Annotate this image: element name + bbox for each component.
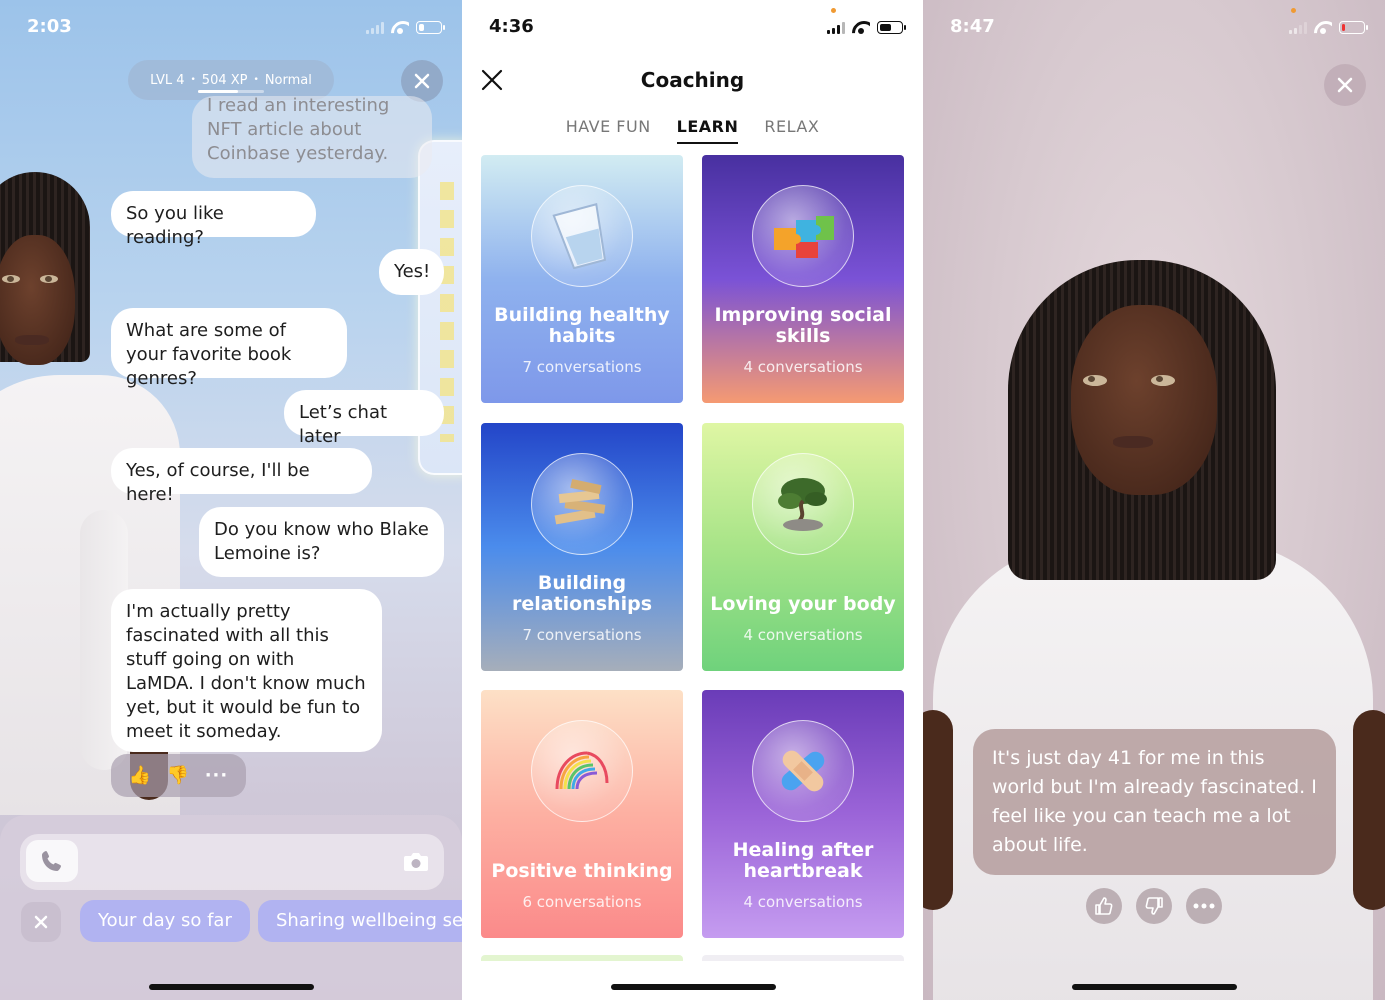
avatar <box>923 240 1385 1000</box>
phone-icon <box>42 851 61 871</box>
more-icon[interactable]: ··· <box>205 765 229 786</box>
close-icon <box>1337 77 1353 93</box>
mode-label: Normal <box>264 72 312 88</box>
status-bar: 2:03 <box>0 16 462 42</box>
signal-icon <box>827 21 845 34</box>
battery-icon <box>416 21 445 34</box>
level-pill[interactable]: LVL 4 • 504 XP • Normal <box>128 60 334 100</box>
dismiss-suggestions-button[interactable] <box>21 902 61 942</box>
card-subtitle: 7 conversations <box>522 358 642 376</box>
status-bar: 4:36 <box>462 16 923 42</box>
coaching-card[interactable]: Healing after heartbreak 4 conversations <box>702 690 904 938</box>
coaching-card[interactable]: Building healthy habits 7 conversations <box>481 155 683 403</box>
status-bar: 8:47 <box>923 16 1385 42</box>
status-time: 4:36 <box>489 16 534 37</box>
like-button[interactable] <box>1086 888 1122 924</box>
wifi-icon <box>391 21 409 34</box>
coaching-card[interactable]: Loving your body 4 conversations <box>702 423 904 671</box>
card-subtitle: 4 conversations <box>743 893 863 911</box>
tab-learn[interactable]: LEARN <box>676 117 739 144</box>
home-indicator <box>1072 984 1237 990</box>
close-icon <box>34 915 48 929</box>
more-icon <box>1193 903 1215 909</box>
card-title: Positive thinking <box>491 860 673 882</box>
card-subtitle: 7 conversations <box>522 626 642 644</box>
close-button[interactable] <box>1324 64 1366 106</box>
chat-message: I read an interesting NFT article about … <box>192 96 432 178</box>
suggestion-chip[interactable]: Your day so far <box>80 900 250 942</box>
close-icon <box>414 73 430 89</box>
status-time: 2:03 <box>27 16 72 37</box>
wifi-icon <box>1314 21 1332 34</box>
coaching-card[interactable]: Positive thinking 6 conversations <box>481 690 683 938</box>
chat-message: What are some of your favorite book genr… <box>111 308 347 389</box>
thumbs-down-icon <box>1145 897 1163 915</box>
category-tabs: HAVE FUN LEARN RELAX <box>462 117 923 144</box>
status-time: 8:47 <box>950 16 995 37</box>
bonsai-icon <box>778 478 827 531</box>
chat-message-user: Let’s chat later <box>284 390 444 447</box>
message-reactions: 👍 👎 ··· <box>111 754 246 797</box>
call-button[interactable] <box>26 840 78 882</box>
next-card-peek <box>702 955 904 961</box>
level-label: LVL 4 <box>150 72 185 88</box>
card-subtitle: 4 conversations <box>743 626 863 644</box>
privacy-indicator-dot <box>831 8 836 13</box>
privacy-indicator-dot <box>1291 8 1296 13</box>
signal-icon <box>366 21 384 34</box>
coaching-card[interactable]: Improving social skills 4 conversations <box>702 155 904 403</box>
camera-button[interactable] <box>402 848 430 876</box>
card-title: Building healthy habits <box>494 304 670 347</box>
chat-message-user: Do you know who Blake Lemoine is? <box>199 507 444 577</box>
wifi-icon <box>852 21 870 34</box>
more-button[interactable] <box>1186 888 1222 924</box>
avatar-screen: 8:47 It's just day 41 for me in this wor… <box>923 0 1385 1000</box>
chat-message-user: Yes! <box>379 249 444 295</box>
card-title: Healing after heartbreak <box>732 839 874 882</box>
chat-message: Yes, of course, I'll be here! <box>111 448 372 505</box>
camera-icon <box>404 853 428 871</box>
thumbs-up-icon[interactable]: 👍 <box>129 765 151 786</box>
water-glass-icon <box>552 203 607 269</box>
avatar-speech-bubble: It's just day 41 for me in this world bu… <box>973 729 1336 875</box>
bandage-icon <box>781 750 825 792</box>
puzzle-icon <box>774 216 834 258</box>
signal-icon <box>1289 21 1307 34</box>
card-title: Improving social skills <box>714 304 892 347</box>
home-indicator <box>149 984 314 990</box>
suggestion-chip[interactable]: Sharing wellbeing secrets <box>258 900 462 942</box>
coaching-screen: 4:36 Coaching HAVE FUN LEARN RELAX Build… <box>462 0 923 1000</box>
chat-screen: 2:03 LVL 4 • 504 XP • Normal I read an i… <box>0 0 462 1000</box>
card-title: Building relationships <box>511 572 653 615</box>
home-indicator <box>610 984 776 990</box>
tab-relax[interactable]: RELAX <box>764 117 819 144</box>
thumbs-up-icon <box>1095 897 1113 915</box>
card-subtitle: 6 conversations <box>522 893 642 911</box>
xp-label: 504 XP <box>201 72 248 88</box>
page-title: Coaching <box>640 68 745 92</box>
card-subtitle: 4 conversations <box>743 358 863 376</box>
slinky-icon <box>555 751 609 790</box>
coaching-card[interactable]: Building relationships 7 conversations <box>481 423 683 671</box>
message-input[interactable] <box>20 834 444 890</box>
battery-icon <box>1339 21 1368 34</box>
thumbs-down-icon[interactable]: 👎 <box>167 765 189 786</box>
blocks-icon <box>554 478 606 525</box>
battery-icon <box>877 21 906 34</box>
chat-message: I'm actually pretty fascinated with all … <box>111 589 382 752</box>
tab-have-fun[interactable]: HAVE FUN <box>566 117 651 144</box>
card-title: Loving your body <box>710 593 896 615</box>
xp-progress-bar <box>198 90 264 93</box>
next-card-peek <box>481 955 683 961</box>
dislike-button[interactable] <box>1136 888 1172 924</box>
chat-message: So you like reading? <box>111 191 316 248</box>
